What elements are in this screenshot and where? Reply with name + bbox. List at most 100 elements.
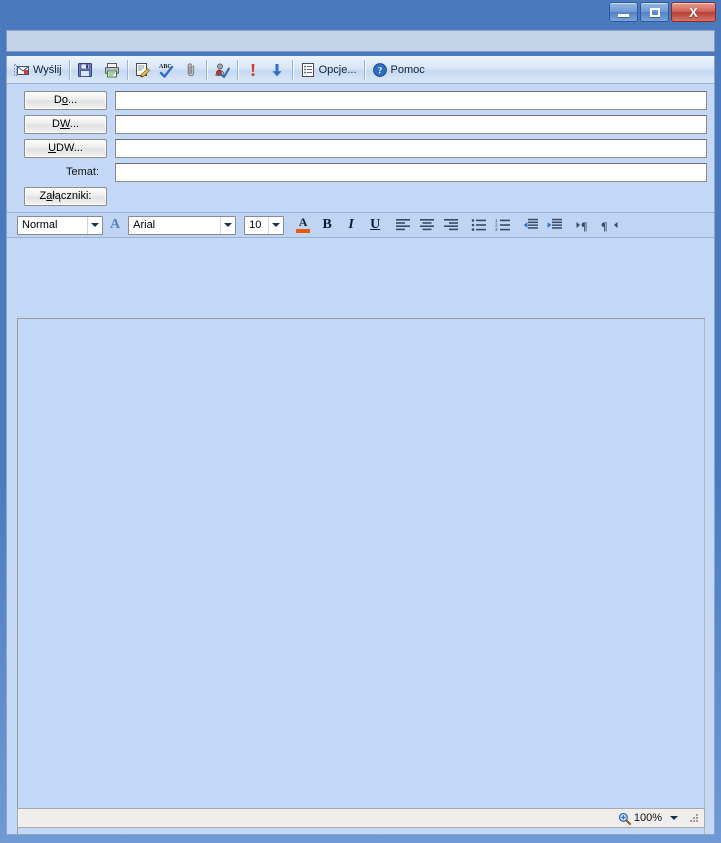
bullet-list-icon [471,218,487,232]
attachments-button[interactable]: Załączniki: [24,186,107,206]
svg-text:¶: ¶ [601,219,607,232]
font-size-select[interactable]: 10 [244,215,285,235]
zoom-control[interactable]: 100% [618,812,662,825]
underline-icon: U [370,217,381,232]
client-area: Wyślij ABC Opcje... ? Pomoc Do... DW... … [6,56,715,835]
to-row: Do... [7,90,714,110]
bcc-row: UDW... [7,138,714,158]
help-label: Pomoc [390,63,425,76]
rtl-paragraph-button[interactable]: ¶ [598,215,620,236]
font-family-value: Arial [133,219,156,231]
bold-button[interactable]: B [316,215,338,236]
chevron-down-icon [268,216,283,234]
check-names-button[interactable] [210,58,234,82]
save-floppy-icon [77,62,93,78]
cc-button-label: DW... [52,118,79,130]
toolbar-separator [291,59,293,80]
resize-grip-icon[interactable] [688,812,700,824]
chevron-down-icon [670,816,678,820]
attachments-button-label: Załączniki: [39,190,92,202]
paperclip-icon [183,62,199,78]
spelling-button[interactable]: ABC [155,58,179,82]
subject-input[interactable] [115,162,707,182]
align-right-icon [443,218,459,232]
decrease-indent-icon [523,218,539,232]
cc-button[interactable]: DW... [24,114,107,134]
status-bar: 100% [17,808,705,828]
signature-button[interactable] [131,58,155,82]
minimize-icon [618,13,629,17]
decrease-indent-button[interactable] [520,215,542,236]
ltr-paragraph-button[interactable]: ¶ [574,215,596,236]
magnifier-icon [618,812,631,825]
to-button[interactable]: Do... [24,90,107,110]
to-input[interactable] [115,90,707,110]
printer-icon [104,62,120,78]
cc-row: DW... [7,114,714,134]
spellcheck-abc-icon: ABC [159,62,175,78]
svg-text:¶: ¶ [581,219,587,232]
bullet-list-button[interactable] [468,215,490,236]
increase-indent-button[interactable] [544,215,566,236]
cc-input[interactable] [115,114,707,134]
numbered-list-button[interactable]: 1 2 3 [492,215,514,236]
options-document-icon [300,62,316,78]
ltr-paragraph-icon: ¶ [576,218,594,232]
bcc-input[interactable] [115,138,707,158]
help-button[interactable]: ? Pomoc [368,58,429,82]
signature-pencil-icon [135,62,151,78]
recipient-fields: Do... DW... UDW... Temat: Załączniki: [7,84,714,212]
high-priority-button[interactable] [241,58,265,82]
check-names-icon [214,62,230,78]
low-priority-arrow-icon [269,62,285,78]
toolbar-separator [68,59,70,80]
align-left-icon [395,218,411,232]
svg-text:?: ? [377,65,382,75]
window-controls: X [609,2,716,22]
maximize-button[interactable] [640,2,669,22]
toolbar-separator [236,59,238,80]
toolbar-separator [363,59,365,80]
low-priority-button[interactable] [265,58,289,82]
font-color-button[interactable]: A [292,215,314,236]
paragraph-style-select[interactable]: Normal [17,215,103,235]
zoom-dropdown-button[interactable] [666,810,682,826]
increase-indent-icon [547,218,563,232]
font-color-icon: A [296,216,311,233]
help-question-icon: ? [372,62,388,78]
menu-bar[interactable] [6,30,715,52]
italic-button[interactable]: I [340,215,362,236]
bcc-button[interactable]: UDW... [24,138,107,158]
align-center-icon [419,218,435,232]
attachments-row: Załączniki: [7,186,714,206]
align-center-button[interactable] [416,215,438,236]
send-envelope-icon [14,62,30,78]
minimize-button[interactable] [609,2,638,22]
font-family-select[interactable]: Arial [128,215,237,235]
numbered-list-icon: 1 2 3 [495,218,511,232]
options-button[interactable]: Opcje... [296,58,361,82]
style-a-icon[interactable]: A [110,217,120,233]
bold-icon: B [322,217,332,232]
underline-button[interactable]: U [364,215,386,236]
save-button[interactable] [73,58,100,82]
svg-text:3: 3 [495,227,498,232]
to-button-label: Do... [53,94,78,106]
attach-file-button[interactable] [179,58,203,82]
high-priority-exclamation-icon [245,62,261,78]
align-left-button[interactable] [392,215,414,236]
close-button[interactable]: X [671,2,716,22]
toolbar-separator [126,59,128,80]
options-label: Opcje... [318,63,357,76]
command-toolbar: Wyślij ABC Opcje... ? Pomoc [7,56,714,84]
toolbar-separator [205,59,207,80]
font-size-value: 10 [249,219,262,231]
message-body-editor[interactable] [17,318,705,834]
send-button[interactable]: Wyślij [10,58,66,82]
align-right-button[interactable] [440,215,462,236]
bcc-button-label: UDW... [48,142,83,154]
chevron-down-icon [220,216,235,234]
maximize-icon [649,7,660,17]
format-toolbar: Normal A Arial 10 A B I U 1 2 3 ¶ ¶ [7,212,714,238]
print-button[interactable] [100,58,124,82]
